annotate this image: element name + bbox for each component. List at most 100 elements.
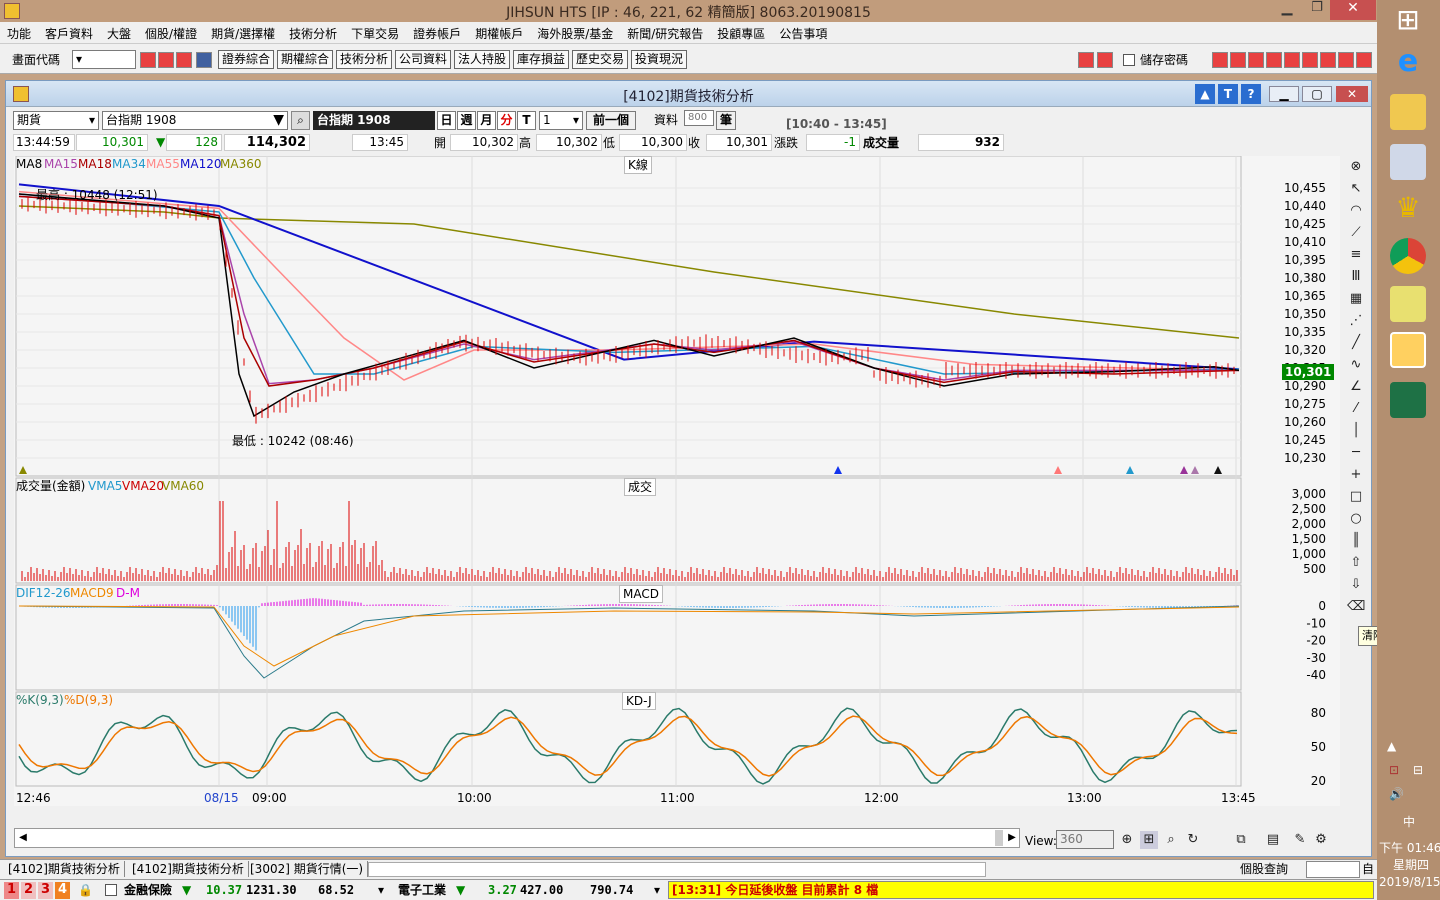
print-icon[interactable] — [176, 52, 192, 68]
save-password-checkbox[interactable] — [1123, 54, 1135, 66]
segment-tool-icon[interactable]: ⁄ — [1347, 400, 1365, 418]
window-minimize-button[interactable]: ▁ — [1269, 86, 1299, 102]
clock-day[interactable]: 星期四 — [1393, 857, 1429, 873]
dropdown-label[interactable]: 自 — [1362, 861, 1374, 877]
menu-item[interactable]: 證券帳戶 — [406, 22, 468, 42]
tool-icon[interactable] — [1320, 52, 1336, 68]
triangle-up-icon[interactable]: ▲ — [1195, 84, 1215, 104]
tab-item[interactable]: [3002] 期貨行情(一) — [250, 861, 369, 877]
menu-item[interactable]: 個股/權證 — [138, 22, 204, 42]
paint-icon[interactable] — [1390, 144, 1426, 180]
file-explorer-icon[interactable] — [1390, 94, 1426, 130]
next-icon[interactable] — [1097, 52, 1113, 68]
close-button[interactable]: ✕ — [1330, 0, 1376, 20]
volume-icon[interactable]: 🔊 — [1389, 786, 1404, 802]
minimize-button[interactable]: ▁ — [1270, 0, 1304, 20]
news-ticker[interactable]: [13:31] 今日延後收盤 目前累計 8 檔 — [668, 881, 1374, 899]
stock-query-input[interactable] — [1306, 861, 1360, 878]
scroll-thumb[interactable] — [995, 830, 1003, 846]
clock-date[interactable]: 2019/8/15 — [1379, 874, 1440, 890]
ellipse-tool-icon[interactable]: ○ — [1347, 510, 1365, 528]
window-maximize-button[interactable]: ▢ — [1302, 86, 1332, 102]
toolbar-button[interactable]: 證券綜合 — [218, 50, 275, 69]
period-value-select[interactable]: 1 ▾ — [539, 111, 583, 130]
window-icon[interactable] — [158, 52, 174, 68]
cross-tool-icon[interactable]: + — [1347, 466, 1365, 484]
network-icon[interactable]: ⊟ — [1413, 762, 1423, 778]
toolbar-button[interactable]: 期權綜合 — [277, 50, 334, 69]
diagonal-tool-icon[interactable]: ╱ — [1347, 334, 1365, 352]
menu-item[interactable]: 功能 — [0, 22, 38, 42]
excel-icon[interactable] — [1390, 382, 1426, 418]
toolbar-button[interactable]: 庫存損益 — [513, 50, 570, 69]
menu-item[interactable]: 技術分析 — [282, 22, 344, 42]
search-icon[interactable] — [140, 52, 156, 68]
hline-tool-icon[interactable]: ─ — [1347, 444, 1365, 462]
code-input[interactable]: ▾ — [72, 50, 136, 69]
view-input[interactable]: 360 — [1056, 830, 1114, 849]
toolbar-button[interactable]: 投資現況 — [631, 50, 688, 69]
toolbar-button[interactable]: 技術分析 — [336, 50, 393, 69]
line-tool-icon[interactable]: ⟋ — [1347, 224, 1365, 242]
menu-item[interactable]: 客戶資料 — [38, 22, 100, 42]
menu-item[interactable]: 投顧專區 — [710, 22, 772, 42]
period-tick-button[interactable]: T — [517, 111, 536, 130]
text-t-icon[interactable]: T — [1218, 84, 1238, 104]
tab-item[interactable]: [4102]期貨技術分析 — [8, 861, 125, 877]
toolbar-button[interactable]: 法人持股 — [454, 50, 511, 69]
tab-item[interactable]: [4102]期貨技術分析 — [132, 861, 249, 877]
maximize-button[interactable]: ❐ — [1304, 0, 1330, 20]
angle-tool-icon[interactable]: ∠ — [1347, 378, 1365, 396]
sticky-notes-icon[interactable] — [1390, 286, 1426, 322]
num-button-2[interactable]: 2 — [21, 882, 36, 899]
toolbar-button[interactable]: 公司資料 — [395, 50, 452, 69]
menu-item[interactable]: 期權帳戶 — [468, 22, 530, 42]
chrome-icon[interactable] — [1390, 238, 1426, 274]
period-month-button[interactable]: 月 — [477, 111, 496, 130]
scroll-right-icon[interactable]: ▶ — [1005, 830, 1019, 846]
tool-icon[interactable] — [1266, 52, 1282, 68]
cancel-tool-icon[interactable]: ⊗ — [1347, 158, 1365, 176]
menu-item[interactable]: 新聞/研究報告 — [620, 22, 710, 42]
tool-icon[interactable] — [1212, 52, 1228, 68]
period-week-button[interactable]: 週 — [457, 111, 476, 130]
tool-icon[interactable] — [1248, 52, 1264, 68]
arrow-down-tool-icon[interactable]: ⇩ — [1347, 576, 1365, 594]
toolbar-button[interactable]: 歷史交易 — [572, 50, 629, 69]
scroll-left-icon[interactable]: ◀ — [16, 830, 30, 846]
layout-icon[interactable]: ▤ — [1264, 831, 1282, 849]
bars-tool-icon[interactable]: ║ — [1347, 532, 1365, 550]
help-icon[interactable]: ? — [1241, 84, 1261, 104]
crown-icon[interactable]: ♛ — [1390, 190, 1426, 226]
pen-icon[interactable]: ✎ — [1291, 831, 1309, 849]
menu-item[interactable]: 大盤 — [100, 22, 138, 42]
clock-time[interactable]: 下午 01:46 — [1379, 840, 1440, 856]
lock-icon[interactable]: 🔒 — [78, 882, 93, 898]
ime-indicator[interactable]: 中 — [1403, 814, 1415, 830]
menu-item[interactable]: 期貨/選擇權 — [204, 22, 282, 42]
settings-gear-icon[interactable]: ⚙ — [1312, 831, 1330, 849]
windows-start-icon[interactable]: ⊞ — [1390, 2, 1426, 38]
chevron-down-icon[interactable]: ▾ — [378, 882, 384, 898]
hlines-tool-icon[interactable]: ≡ — [1347, 246, 1365, 264]
tray-up-icon[interactable]: ▲ — [1387, 738, 1396, 754]
symbol-select[interactable]: 台指期 1908 ▼ — [102, 111, 288, 130]
tool-icon[interactable] — [1284, 52, 1300, 68]
menu-item[interactable]: 下單交易 — [344, 22, 406, 42]
tool-icon[interactable] — [1230, 52, 1246, 68]
copy-icon[interactable]: ⧉ — [1232, 831, 1250, 849]
status-checkbox[interactable] — [105, 884, 117, 896]
chart-area[interactable]: 10,455 10,440 10,425 10,410 10,395 10,380 10,3… — [14, 156, 1340, 806]
prev-button[interactable]: 前一個 — [586, 111, 636, 130]
fan-tool-icon[interactable]: ⋰ — [1347, 312, 1365, 330]
period-minute-button[interactable]: 分 — [497, 111, 516, 130]
tool-icon[interactable] — [1356, 52, 1372, 68]
arrow-up-tool-icon[interactable]: ⇧ — [1347, 554, 1365, 572]
menu-item[interactable]: 海外股票/基金 — [530, 22, 620, 42]
data-count-input[interactable]: 800 — [684, 110, 714, 126]
arc-tool-icon[interactable]: ◠ — [1347, 202, 1365, 220]
magnify-tool-icon[interactable]: ⌕ — [1162, 831, 1180, 849]
tray-icon[interactable]: ⊡ — [1389, 762, 1399, 778]
zoom-tool-icon[interactable]: ⊕ — [1118, 831, 1136, 849]
grid-tool-icon[interactable]: ▦ — [1347, 290, 1365, 308]
